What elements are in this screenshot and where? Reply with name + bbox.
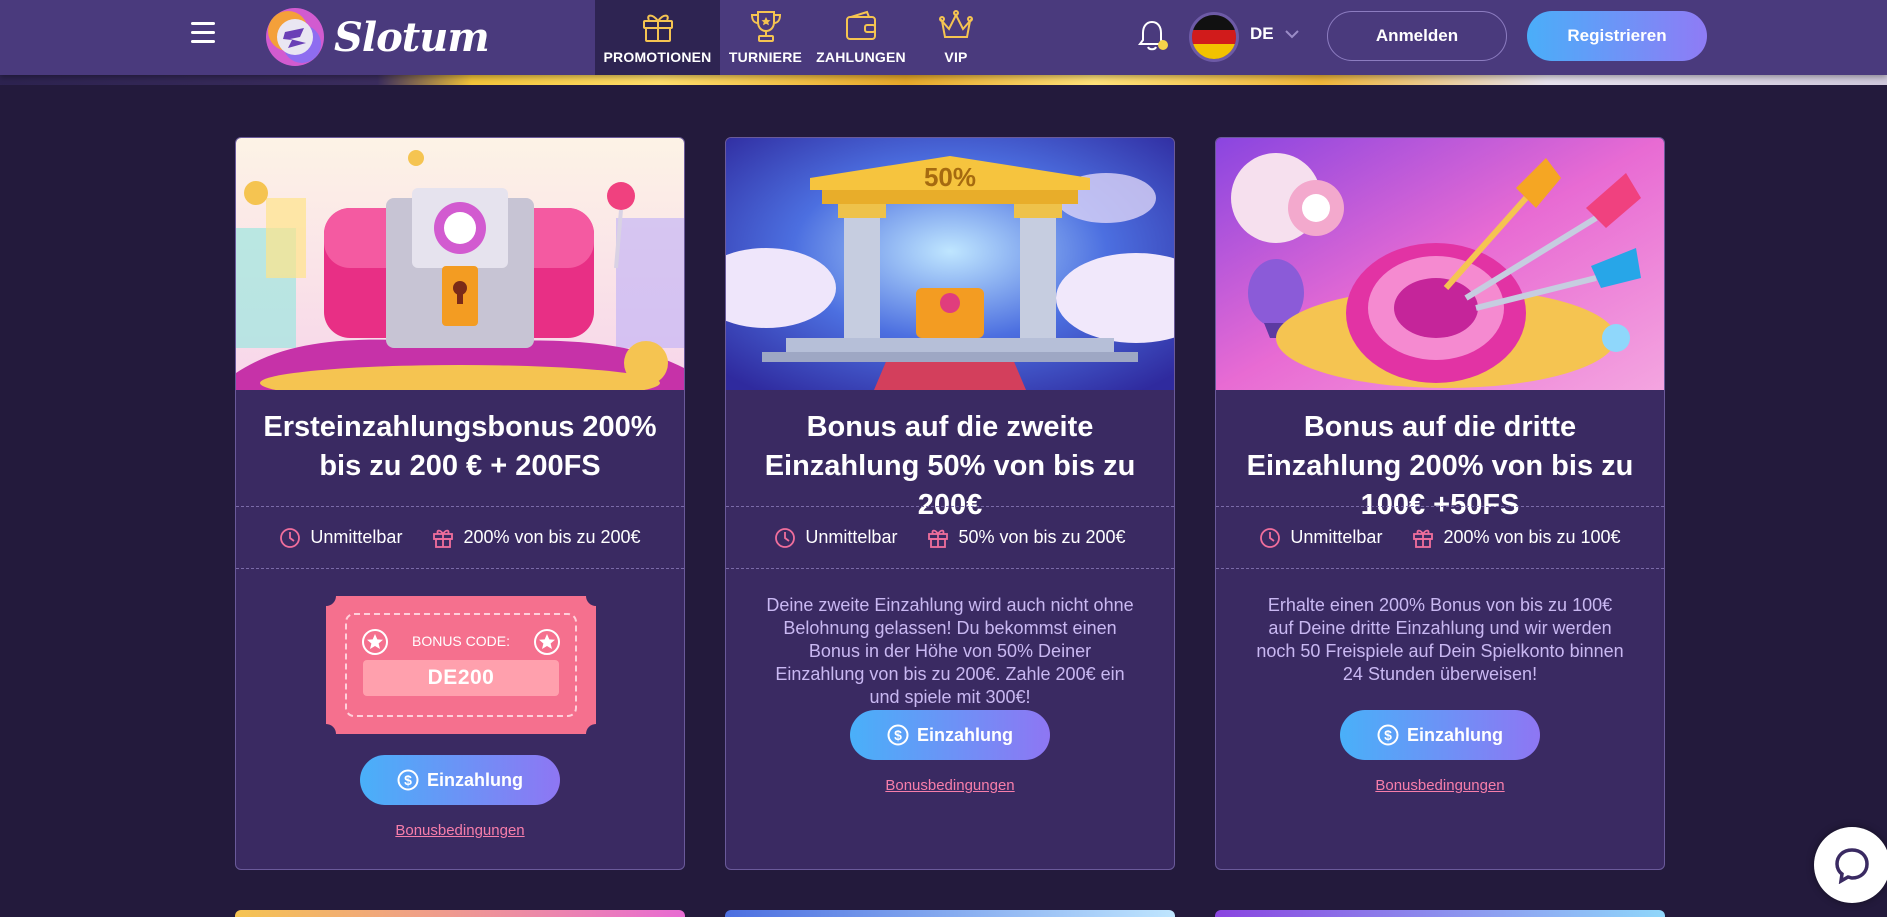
svg-text:$: $ <box>1384 727 1392 743</box>
promo-card-third-deposit: Bonus auf die dritte Einzahlung 200% von… <box>1215 137 1665 870</box>
clock-icon <box>1260 527 1281 548</box>
promo-image-temple: 50% <box>726 138 1174 390</box>
gift-icon <box>928 529 949 548</box>
nav-label: TURNIERE <box>728 49 803 65</box>
gift-icon <box>433 529 454 548</box>
svg-text:$: $ <box>404 772 412 788</box>
bonus-text: 200% von bis zu 100€ <box>1443 527 1621 547</box>
bell-icon[interactable] <box>1136 19 1168 53</box>
main-nav: PROMOTIONEN TURNIERE ZAHLUNGEN VIP <box>595 0 1001 75</box>
bonus-info: 50% von bis zu 200€ <box>927 527 1126 549</box>
clock-icon <box>280 527 301 548</box>
brand-name: Slotum <box>334 13 490 61</box>
menu-icon[interactable] <box>191 22 215 44</box>
gift-icon <box>1413 529 1434 548</box>
chat-bubble-icon <box>1835 848 1869 884</box>
promo-info-row: Unmittelbar 200% von bis zu 200€ <box>236 506 684 569</box>
slotum-logo-icon <box>266 8 324 66</box>
register-button[interactable]: Registrieren <box>1527 11 1707 61</box>
dollar-coin-icon: $ <box>1377 724 1399 746</box>
timing-text: Unmittelbar <box>1290 527 1383 547</box>
timing-info: Unmittelbar <box>1259 527 1382 549</box>
top-header: Slotum PROMOTIONEN TURNIERE ZAHLUNGEN VI… <box>0 0 1887 75</box>
bonus-text: 50% von bis zu 200€ <box>958 527 1126 547</box>
nav-promotions[interactable]: PROMOTIONEN <box>595 0 720 75</box>
nav-label: ZAHLUNGEN <box>816 49 906 65</box>
language-code: DE <box>1250 24 1274 43</box>
german-flag-icon[interactable] <box>1189 12 1239 62</box>
timing-info: Unmittelbar <box>279 527 402 549</box>
deposit-button[interactable]: $ Einzahlung <box>1340 710 1540 760</box>
nav-label: VIP <box>944 49 968 65</box>
promo-description: Erhalte einen 200% Bonus von bis zu 100€… <box>1256 595 1624 684</box>
nav-tournaments[interactable]: TURNIERE <box>720 0 811 75</box>
wallet-icon <box>846 10 876 40</box>
gift-icon <box>642 14 673 42</box>
trophy-icon <box>750 11 781 42</box>
promo-info-row: Unmittelbar 50% von bis zu 200€ <box>726 506 1174 569</box>
dollar-coin-icon: $ <box>397 769 419 791</box>
bonus-code-coupon[interactable]: BONUS CODE: DE200 <box>326 596 596 734</box>
bonus-text: 200% von bis zu 200€ <box>463 527 641 547</box>
live-chat-button[interactable] <box>1814 827 1887 903</box>
coupon-code[interactable]: DE200 <box>363 660 559 696</box>
clock-icon <box>775 527 796 548</box>
promo-card-second-deposit: 50% Bonus auf die zweite Einzahlung 50% … <box>725 137 1175 870</box>
bonus-info: 200% von bis zu 200€ <box>432 527 641 549</box>
deposit-label: Einzahlung <box>917 724 1013 745</box>
nav-vip[interactable]: VIP <box>911 0 1001 75</box>
promo-title: Ersteinzahlungsbonus 200% bis zu 200 € +… <box>263 411 657 482</box>
promo-info-row: Unmittelbar 200% von bis zu 100€ <box>1216 506 1664 569</box>
language-selector[interactable]: DE <box>1250 24 1300 44</box>
promo-image-treasure-chest <box>236 138 684 390</box>
promo-card-peek <box>1215 910 1665 917</box>
nav-label: PROMOTIONEN <box>603 49 712 65</box>
chevron-down-icon <box>1284 30 1299 39</box>
promo-card-first-deposit: Ersteinzahlungsbonus 200% bis zu 200 € +… <box>235 137 685 870</box>
promo-card-peek <box>725 910 1175 917</box>
bonus-terms-link[interactable]: Bonusbedingungen <box>236 822 684 839</box>
bonus-info: 200% von bis zu 100€ <box>1412 527 1621 549</box>
promo-description: Deine zweite Einzahlung wird auch nicht … <box>766 595 1134 707</box>
brand-logo[interactable]: Slotum <box>264 6 490 68</box>
deposit-button[interactable]: $ Einzahlung <box>850 710 1050 760</box>
nav-payments[interactable]: ZAHLUNGEN <box>811 0 911 75</box>
promo-image-darts <box>1216 138 1664 390</box>
deposit-button[interactable]: $ Einzahlung <box>360 755 560 805</box>
deposit-label: Einzahlung <box>427 769 523 790</box>
bonus-terms-link[interactable]: Bonusbedingungen <box>1216 777 1664 794</box>
deposit-label: Einzahlung <box>1407 724 1503 745</box>
crown-icon <box>939 10 973 38</box>
svg-text:$: $ <box>894 727 902 743</box>
image-text-percent: 50% <box>924 162 976 192</box>
promo-card-peek <box>235 910 685 917</box>
login-button[interactable]: Anmelden <box>1327 11 1507 61</box>
timing-text: Unmittelbar <box>805 527 898 547</box>
dollar-coin-icon: $ <box>887 724 909 746</box>
banner-strip <box>0 75 1887 85</box>
bonus-terms-link[interactable]: Bonusbedingungen <box>726 777 1174 794</box>
coupon-label: BONUS CODE: <box>411 633 510 649</box>
timing-text: Unmittelbar <box>310 527 403 547</box>
timing-info: Unmittelbar <box>774 527 897 549</box>
